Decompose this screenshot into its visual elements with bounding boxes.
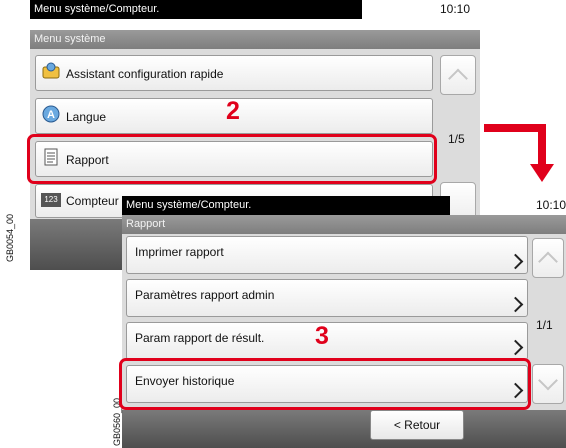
scroll-down-button[interactable] — [532, 364, 564, 404]
screen2-title: Menu système/Compteur. — [126, 199, 252, 211]
step-number: 3 — [315, 322, 329, 350]
menu-item-admin-report-settings[interactable]: Paramètres rapport admin — [126, 279, 528, 317]
language-icon: A — [42, 105, 60, 123]
scroll-up-button[interactable] — [532, 238, 564, 278]
menu-item-label: Rapport — [66, 153, 109, 167]
menu-item-label: Envoyer historique — [135, 374, 235, 388]
menu-item-label: Assistant configuration rapide — [66, 67, 224, 81]
menu-item-label: Param rapport de résult. — [135, 331, 265, 345]
wizard-icon — [42, 62, 60, 79]
scroll-up-button[interactable] — [440, 55, 476, 95]
menu-item-print-report[interactable]: Imprimer rapport — [126, 236, 528, 274]
screen2-footer — [122, 410, 566, 448]
figure-code: GB0054_00 — [5, 213, 15, 262]
figure-code: GB0560_00 — [112, 397, 122, 446]
menu-item-label: Paramètres rapport admin — [135, 288, 275, 302]
flow-arrow-icon — [484, 124, 554, 182]
screen1-clock: 10:10 — [440, 2, 471, 16]
screen2-title-bar: Menu système/Compteur. — [122, 196, 450, 215]
menu-item-label: Compteur — [66, 194, 119, 208]
chevron-up-icon — [448, 68, 468, 89]
svg-text:A: A — [47, 109, 55, 121]
screen1-title-bar: Menu système/Compteur. — [30, 0, 362, 19]
chevron-right-icon — [507, 339, 524, 356]
back-button[interactable]: < Retour — [370, 410, 464, 440]
menu-item-label: Imprimer rapport — [135, 245, 224, 259]
menu-item-quick-setup[interactable]: Assistant configuration rapide — [35, 55, 433, 91]
screen1-subtitle-bar: Menu système — [30, 30, 480, 49]
page-indicator: 1/1 — [536, 318, 553, 332]
chevron-right-icon — [507, 253, 524, 270]
chevron-up-icon — [538, 251, 558, 272]
counter-icon: 123 — [41, 193, 61, 207]
page-indicator: 1/5 — [448, 132, 465, 146]
step-number: 2 — [226, 97, 240, 125]
report-icon — [44, 148, 58, 166]
chevron-down-icon — [538, 370, 558, 391]
screen2-subtitle-bar: Rapport — [122, 215, 566, 234]
chevron-right-icon — [507, 296, 524, 313]
menu-item-send-log[interactable]: Envoyer historique — [126, 365, 528, 403]
menu-item-report[interactable]: Rapport — [35, 141, 433, 177]
screen-report-menu: Menu système/Compteur. 10:10 Rapport Imp… — [122, 196, 566, 448]
screen2-subtitle: Rapport — [126, 218, 166, 230]
screen1-subtitle: Menu système — [34, 33, 106, 45]
chevron-right-icon — [507, 382, 524, 399]
screen1-title: Menu système/Compteur. — [34, 3, 160, 15]
screen2-clock: 10:10 — [536, 198, 566, 212]
menu-item-label: Langue — [66, 110, 107, 124]
